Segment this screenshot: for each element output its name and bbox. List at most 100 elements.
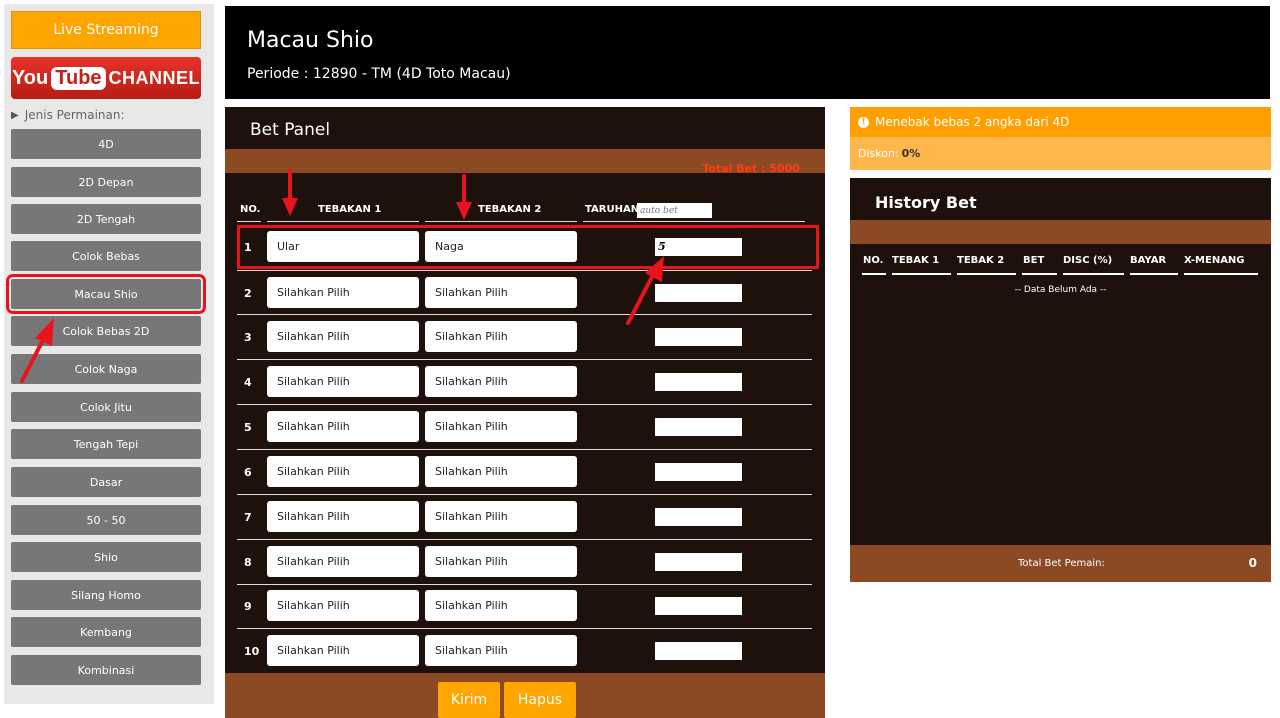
tebakan1-select[interactable]: Silahkan Pilih: [267, 277, 419, 308]
live-streaming-button[interactable]: Live Streaming: [11, 11, 201, 49]
jenis-permainan-label: ▶ Jenis Permainan:: [11, 108, 125, 122]
tebakan1-select[interactable]: Silahkan Pilih: [267, 456, 419, 487]
game-item-colok-jitu[interactable]: Colok Jitu: [11, 392, 201, 422]
youtube-channel-text: CHANNEL: [108, 67, 201, 88]
row-highlight-box: [237, 225, 819, 269]
game-item-colok-bebas-2d[interactable]: Colok Bebas 2D: [11, 316, 201, 346]
header-divider: [267, 221, 419, 222]
taruhan-input[interactable]: [655, 642, 742, 660]
page-header: Macau Shio Periode : 12890 - TM (4D Toto…: [225, 6, 1270, 99]
game-item-macau-shio[interactable]: Macau Shio: [6, 274, 206, 314]
game-item-colok-naga[interactable]: Colok Naga: [11, 354, 201, 384]
col-header-tebakan1: TEBAKAN 1: [318, 204, 382, 215]
history-header-tebak1: TEBAK 1: [892, 255, 940, 266]
kirim-button[interactable]: Kirim: [438, 682, 500, 718]
taruhan-input[interactable]: [655, 597, 742, 615]
history-header-bayar: BAYAR: [1130, 255, 1167, 266]
tebakan1-select[interactable]: Silahkan Pilih: [267, 501, 419, 532]
row-divider: [237, 449, 812, 450]
tebakan1-select[interactable]: Silahkan Pilih: [267, 321, 419, 352]
history-header-underline: [957, 273, 1016, 275]
history-bar: [850, 220, 1271, 244]
history-header-tebak2: TEBAK 2: [957, 255, 1005, 266]
tebakan1-select[interactable]: Silahkan Pilih: [267, 411, 419, 442]
row-number: 9: [244, 600, 252, 613]
taruhan-input[interactable]: [655, 418, 742, 436]
page-title: Macau Shio: [247, 28, 374, 53]
diskon-row: Diskon: 0%: [850, 137, 1271, 170]
history-header-underline: [1184, 273, 1258, 275]
game-item-4d[interactable]: 4D: [11, 129, 201, 159]
history-header-bet: BET: [1023, 255, 1045, 266]
info-message-text: Menebak bebas 2 angka dari 4D: [875, 115, 1070, 129]
row-divider: [237, 584, 812, 585]
game-item-2d-tengah[interactable]: 2D Tengah: [11, 204, 201, 234]
history-bet-panel: History Bet NO. TEBAK 1 TEBAK 2 BET DISC…: [850, 178, 1271, 582]
history-header-underline: [1130, 273, 1178, 275]
game-item-silang-homo[interactable]: Silang Homo: [11, 580, 201, 610]
history-header-underline: [892, 273, 951, 275]
tebakan1-select[interactable]: Silahkan Pilih: [267, 366, 419, 397]
history-title: History Bet: [875, 193, 977, 212]
total-bet-pemain-value: 0: [1248, 556, 1257, 570]
taruhan-input[interactable]: [655, 328, 742, 346]
history-header-underline: [862, 273, 886, 275]
history-header-x-menang: X-MENANG: [1184, 255, 1245, 266]
taruhan-input[interactable]: [655, 373, 742, 391]
diskon-value: 0%: [901, 147, 921, 160]
taruhan-input[interactable]: [655, 553, 742, 571]
row-number: 6: [244, 466, 252, 479]
tebakan2-select[interactable]: Silahkan Pilih: [425, 411, 577, 442]
row-number: 8: [244, 556, 252, 569]
info-icon: !: [858, 116, 869, 128]
game-item-colok-bebas[interactable]: Colok Bebas: [11, 241, 201, 271]
tebakan2-select[interactable]: Silahkan Pilih: [425, 321, 577, 352]
game-item-2d-depan[interactable]: 2D Depan: [11, 167, 201, 197]
tebakan1-select[interactable]: Silahkan Pilih: [267, 546, 419, 577]
row-divider: [237, 404, 812, 405]
row-divider: [237, 628, 812, 629]
tebakan2-select[interactable]: Silahkan Pilih: [425, 501, 577, 532]
row-number: 5: [244, 421, 252, 434]
game-item-tengah-tepi[interactable]: Tengah Tepi: [11, 429, 201, 459]
diskon-label: Diskon:: [858, 147, 899, 160]
history-header-no: NO.: [863, 255, 884, 266]
game-item-shio[interactable]: Shio: [11, 542, 201, 572]
header-divider: [237, 221, 261, 222]
youtube-channel-banner[interactable]: You Tube CHANNEL: [11, 57, 201, 99]
row-divider: [237, 539, 812, 540]
taruhan-input[interactable]: [655, 508, 742, 526]
tebakan2-select[interactable]: Silahkan Pilih: [425, 546, 577, 577]
game-item-50-50[interactable]: 50 - 50: [11, 505, 201, 535]
jenis-permainan-text: Jenis Permainan:: [24, 108, 125, 122]
game-item-kombinasi[interactable]: Kombinasi: [11, 655, 201, 685]
taruhan-input[interactable]: [655, 284, 742, 302]
row-divider: [237, 494, 812, 495]
row-number: 2: [244, 287, 252, 300]
tebakan2-select[interactable]: Silahkan Pilih: [425, 277, 577, 308]
tebakan2-select[interactable]: Silahkan Pilih: [425, 635, 577, 666]
bet-panel: Bet Panel Total Bet : 5000 NO. TEBAKAN 1…: [225, 107, 825, 718]
row-number: 3: [244, 331, 252, 344]
taruhan-input[interactable]: [655, 463, 742, 481]
auto-bet-input[interactable]: [637, 203, 712, 218]
hapus-button[interactable]: Hapus: [504, 682, 576, 718]
history-header-underline: [1022, 273, 1057, 275]
game-item-dasar[interactable]: Dasar: [11, 467, 201, 497]
bet-panel-title: Bet Panel: [250, 120, 331, 140]
row-number: 4: [244, 376, 252, 389]
tebakan2-select[interactable]: Silahkan Pilih: [425, 456, 577, 487]
header-divider: [425, 221, 577, 222]
sidebar: Live Streaming You Tube CHANNEL ▶ Jenis …: [4, 4, 214, 704]
tebakan1-select[interactable]: Silahkan Pilih: [267, 635, 419, 666]
tebakan1-select[interactable]: Silahkan Pilih: [267, 590, 419, 621]
game-item-kembang[interactable]: Kembang: [11, 617, 201, 647]
col-header-taruhan: TARUHAN: [585, 204, 640, 215]
history-header-underline: [1063, 273, 1124, 275]
header-divider: [583, 221, 805, 222]
history-empty-text: -- Data Belum Ada --: [1014, 285, 1107, 295]
tebakan2-select[interactable]: Silahkan Pilih: [425, 366, 577, 397]
tebakan2-select[interactable]: Silahkan Pilih: [425, 590, 577, 621]
row-divider: [237, 359, 812, 360]
col-header-tebakan2: TEBAKAN 2: [478, 204, 542, 215]
